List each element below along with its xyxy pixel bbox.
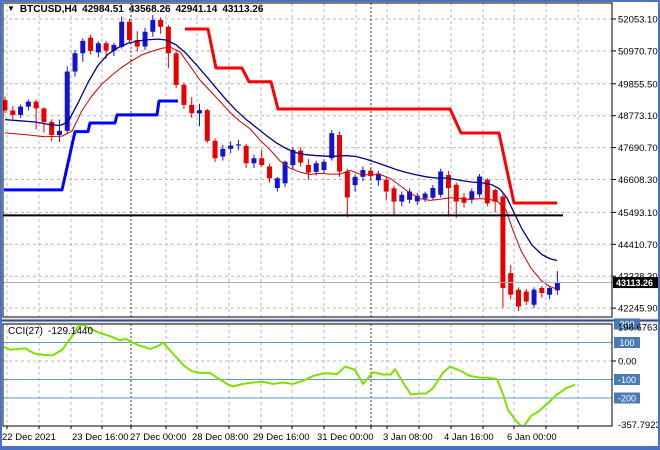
cci-level-badge-text: -200 [618, 394, 636, 404]
candle-body [515, 289, 521, 307]
candle-body [399, 194, 405, 202]
time-axis-label: 3 Jan 08:00 [383, 432, 433, 443]
window-frame-bottom [0, 446, 660, 450]
candle-body [453, 184, 459, 202]
candle-body [251, 158, 257, 164]
time-axis-label: 28 Dec 08:00 [192, 432, 249, 443]
candle-body [173, 53, 179, 85]
candle-body [508, 273, 514, 295]
candle-body [72, 53, 78, 72]
low-value: 42941.14 [175, 4, 218, 15]
candle-body [189, 104, 195, 114]
candle-body [25, 101, 31, 107]
high-value: 43568.26 [128, 4, 171, 15]
candle-body [41, 108, 47, 122]
price-axis-label: 49855.50 [618, 79, 658, 90]
time-axis-label: 6 Jan 00:00 [507, 432, 557, 443]
candle-body [49, 121, 55, 135]
candle-body [259, 158, 265, 166]
price-axis-label: 48773.10 [618, 111, 658, 122]
cci-zero-label: 0.00 [618, 357, 637, 368]
candle-body [150, 19, 156, 32]
main-chart-pane[interactable] [3, 3, 612, 317]
candle-body [119, 21, 125, 47]
candle-body [445, 175, 451, 189]
candle-body [197, 110, 202, 114]
candle-body [220, 148, 226, 157]
chart-window: 52053.10 50970.70 49855.50 48773.10 47690.70… [0, 0, 660, 450]
candle-body [430, 188, 436, 198]
candle-body [126, 21, 132, 41]
candle-body [391, 188, 397, 202]
current-price-badge-text: 43113.26 [616, 278, 653, 288]
price-axis-label: 44410.70 [618, 240, 658, 251]
candle-body [547, 287, 553, 295]
candle-body [212, 140, 218, 159]
candle-body [243, 145, 249, 164]
open-value: 42984.51 [82, 4, 124, 15]
price-axis-label: 50970.70 [618, 46, 658, 57]
candle-body [539, 287, 545, 293]
candle-body [235, 144, 241, 146]
cci-pane[interactable] [3, 324, 612, 426]
candle-body [267, 166, 273, 179]
candle-body [313, 163, 319, 172]
candle-body [329, 133, 335, 159]
candle-body [80, 40, 86, 54]
time-axis-label: 22 Dec 2021 [2, 432, 56, 443]
price-axis-label: 46608.30 [618, 175, 658, 186]
price-axis-label: 45493.10 [618, 208, 658, 219]
candle-body [438, 171, 444, 195]
candle-body [274, 178, 280, 189]
candle-body [477, 176, 483, 195]
candle-body [360, 170, 366, 177]
candle-body [492, 190, 498, 202]
candle-body [298, 150, 304, 163]
time-axis-label: 29 Dec 16:00 [253, 432, 310, 443]
cci-level-badge-text: 100 [619, 338, 634, 348]
candle-body [33, 101, 39, 109]
chart-canvas[interactable]: 52053.10 50970.70 49855.50 48773.10 47690.70… [0, 0, 660, 450]
cci-indicator-label: CCI(27) -129.1440 [8, 326, 93, 337]
candle-body [103, 43, 109, 51]
candle-body [352, 176, 358, 186]
symbol-ohlc-header: ▼ BTCUSD,H4 42984.51 43568.26 42941.14 43113.… [7, 4, 268, 16]
candle-body [305, 165, 311, 173]
price-axis-label: 52053.10 [618, 15, 658, 26]
candle-body [337, 134, 343, 172]
time-axis-label: 27 Dec 00:00 [130, 432, 187, 443]
candle-body [383, 179, 389, 192]
symbol-period-label: BTCUSD,H4 [19, 4, 78, 15]
candle-body [10, 110, 16, 115]
candle-body [344, 171, 350, 198]
candle-body [88, 37, 94, 51]
cci-min-label: -357.7923 [618, 420, 660, 431]
close-value: 43113.26 [222, 4, 264, 15]
price-axis-label: 47690.70 [618, 143, 658, 154]
candle-body [181, 84, 187, 105]
candle-body [523, 291, 529, 302]
time-axis-label: 4 Jan 16:00 [444, 432, 494, 443]
price-axis-label: 42245.90 [618, 304, 658, 315]
candle-body [461, 197, 467, 203]
candle-body [531, 289, 537, 305]
time-axis-label: 31 Dec 00:00 [317, 432, 374, 443]
cci-level-badge-text: -100 [618, 375, 636, 385]
candle-body [321, 161, 327, 171]
candle-body [56, 130, 62, 135]
candle-body [469, 191, 475, 200]
candle-body [158, 19, 164, 27]
time-axis-label: 23 Dec 16:00 [72, 432, 129, 443]
candle-body [95, 43, 101, 53]
symbol-dropdown-icon: ▼ [7, 4, 15, 13]
cci-name: CCI(27) [8, 326, 44, 337]
cci-current-value: -129.1440 [48, 326, 94, 337]
candle-body [500, 196, 506, 288]
candle-body [204, 110, 210, 141]
cci-max-label: 198.6763 [618, 323, 658, 334]
candle-body [228, 145, 234, 149]
candle-body [422, 193, 428, 199]
candle-body [142, 31, 148, 47]
candle-body [18, 106, 24, 115]
